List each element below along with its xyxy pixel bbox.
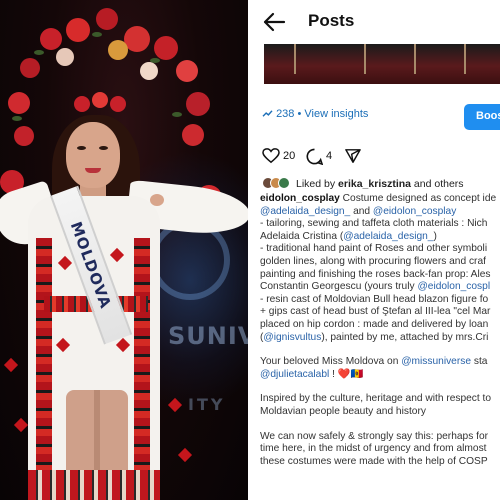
insights-count: 238 [276,108,295,120]
arrow-left-icon[interactable] [262,11,286,33]
caption-line: golden lines, along with procuring flowe… [260,255,486,267]
caption-line: - resin cast of Moldovian Bull head blaz… [260,293,489,305]
caption-text: ), painted by me, attached by mrs.Cri [321,331,489,343]
face [66,122,120,188]
comment-count: 4 [326,150,333,162]
caption-line: - traditional hand paint of Roses and ot… [260,243,488,255]
liker-avatars [262,177,292,191]
post-photo: SUNIVER ITY [0,0,248,500]
embroidery-band-right [134,238,150,488]
mention-link[interactable]: @eidolon_cosplay [373,206,456,217]
heart-icon[interactable] [262,148,280,164]
caption-username[interactable]: eidolon_cosplay [260,193,340,204]
caption-line: - tailoring, sewing and taffeta cloth ma… [260,218,488,230]
post-media-bottom-edge[interactable] [264,44,500,84]
liked-by-prefix: Liked by [296,178,336,190]
caption-line: these costumes were made with the help o… [260,455,488,467]
mention-link[interactable]: @adelaida_design_ [260,206,350,217]
caption-text: sta [473,356,488,368]
caption-line: placed on hip cordon : made and delivere… [260,318,489,330]
mention-link[interactable]: @djulietacalabl [260,369,329,380]
stage-backdrop-text-2: ITY [188,395,226,414]
caption-line: Inspired by the culture, heritage and wi… [260,393,492,405]
embroidery-band-left [36,238,52,488]
stage-backdrop-text: SUNIVER [168,322,248,350]
caption-text: and [353,205,371,217]
insights-row[interactable]: 238 • View insights [262,108,368,120]
view-insights-link[interactable]: View insights [304,108,368,120]
caption-line: Moldavian people beauty and history [260,405,426,417]
share-icon[interactable] [345,148,361,164]
liked-by-user[interactable]: erika_krisztina [338,178,411,190]
caption-text: Your beloved Miss Moldova on [260,356,399,368]
mention-link[interactable]: @missuniverse [401,356,471,367]
caption-text: Adelaida Cristina ( [260,230,344,242]
mention-link[interactable]: @ignisvultus [263,332,321,343]
skirt-hem [28,470,160,500]
page-title: Posts [308,11,355,30]
caption-line: Costume designed as concept ide [342,193,497,204]
caption-text: ) [433,230,437,242]
instagram-post-panel: Posts 238 • View insights Boos 20 4 [248,0,500,500]
mention-link[interactable]: @eidolon_cospl [417,281,490,292]
comment-icon[interactable] [306,148,323,165]
caption-line: We can now safely & strongly say this: p… [260,430,489,442]
caption-line: painting and finishing the roses back-fa… [260,268,491,280]
liked-by-suffix: and others [413,178,464,190]
post-caption: eidolon_cosplay Costume designed as conc… [260,193,500,468]
mention-link[interactable]: @adelaida_design_ [343,231,433,242]
caption-text: Constantin Georgescu (yours truly [260,281,415,293]
trend-icon [262,110,273,117]
caption-text: ! ❤️🇲🇩 [332,368,364,380]
caption-line: + gips cast of head bust of Ştefan al II… [260,306,491,318]
like-count: 20 [283,150,296,162]
insights-separator: • [297,108,302,120]
caption-line: time here, in the midst of urgency and f… [260,443,487,455]
boost-post-button[interactable]: Boos [464,104,500,130]
top-bar: Posts [248,0,500,44]
